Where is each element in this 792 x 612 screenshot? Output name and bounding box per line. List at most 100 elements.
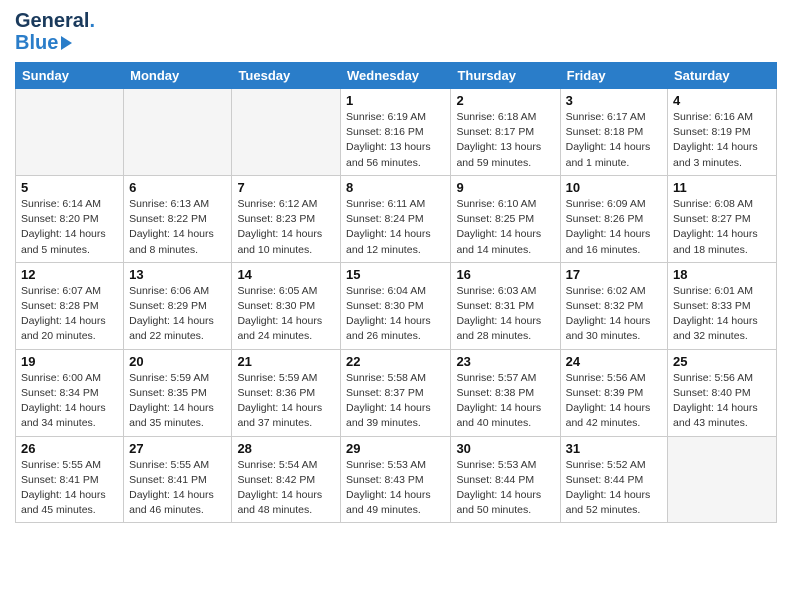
calendar-day: 21 Sunrise: 5:59 AMSunset: 8:36 PMDayligh… — [232, 349, 341, 436]
logo-blue-text: Blue — [15, 32, 58, 54]
day-info: Sunrise: 6:09 AMSunset: 8:26 PMDaylight:… — [566, 197, 662, 258]
calendar-day: 25 Sunrise: 5:56 AMSunset: 8:40 PMDayligh… — [668, 349, 777, 436]
logo-line2: Blue — [15, 32, 95, 54]
calendar-day: 7 Sunrise: 6:12 AMSunset: 8:23 PMDaylight… — [232, 175, 341, 262]
logo-line1: General. — [15, 10, 95, 32]
calendar-table: SundayMondayTuesdayWednesdayThursdayFrid… — [15, 62, 777, 523]
weekday-header: Sunday — [16, 63, 124, 89]
day-info: Sunrise: 6:00 AMSunset: 8:34 PMDaylight:… — [21, 371, 118, 432]
day-number: 20 — [129, 354, 226, 369]
calendar-week-row: 5 Sunrise: 6:14 AMSunset: 8:20 PMDaylight… — [16, 175, 777, 262]
calendar-day: 3Sunrise: 6:17 AMSunset: 8:18 PMDaylight… — [560, 89, 667, 176]
calendar-day: 10 Sunrise: 6:09 AMSunset: 8:26 PMDayligh… — [560, 175, 667, 262]
day-info: Sunrise: 6:13 AMSunset: 8:22 PMDaylight:… — [129, 197, 226, 258]
calendar-week-row: 19 Sunrise: 6:00 AMSunset: 8:34 PMDayligh… — [16, 349, 777, 436]
day-number: 11 — [673, 180, 771, 195]
day-info: Sunrise: 6:14 AMSunset: 8:20 PMDaylight:… — [21, 197, 118, 258]
calendar-day-empty — [668, 436, 777, 523]
day-number: 7 — [237, 180, 335, 195]
header: General. Blue — [15, 10, 777, 54]
day-info: Sunrise: 5:59 AMSunset: 8:35 PMDaylight:… — [129, 371, 226, 432]
day-info: Sunrise: 5:56 AMSunset: 8:40 PMDaylight:… — [673, 371, 771, 432]
day-number: 13 — [129, 267, 226, 282]
day-info: Sunrise: 5:55 AMSunset: 8:41 PMDaylight:… — [129, 458, 226, 519]
day-info: Sunrise: 6:11 AMSunset: 8:24 PMDaylight:… — [346, 197, 445, 258]
calendar-day: 30Sunrise: 5:53 AMSunset: 8:44 PMDayligh… — [451, 436, 560, 523]
day-number: 25 — [673, 354, 771, 369]
calendar-day: 14 Sunrise: 6:05 AMSunset: 8:30 PMDayligh… — [232, 262, 341, 349]
day-number: 9 — [456, 180, 554, 195]
day-number: 16 — [456, 267, 554, 282]
logo-arrow-icon — [61, 36, 72, 50]
calendar-day: 26 Sunrise: 5:55 AMSunset: 8:41 PMDayligh… — [16, 436, 124, 523]
calendar-day: 8 Sunrise: 6:11 AMSunset: 8:24 PMDaylight… — [341, 175, 451, 262]
calendar-day: 31Sunrise: 5:52 AMSunset: 8:44 PMDayligh… — [560, 436, 667, 523]
day-number: 6 — [129, 180, 226, 195]
calendar-day: 9 Sunrise: 6:10 AMSunset: 8:25 PMDaylight… — [451, 175, 560, 262]
day-number: 17 — [566, 267, 662, 282]
day-number: 12 — [21, 267, 118, 282]
day-number: 26 — [21, 441, 118, 456]
calendar-day: 18Sunrise: 6:01 AMSunset: 8:33 PMDayligh… — [668, 262, 777, 349]
day-info: Sunrise: 6:07 AMSunset: 8:28 PMDaylight:… — [21, 284, 118, 345]
calendar-day: 19 Sunrise: 6:00 AMSunset: 8:34 PMDayligh… — [16, 349, 124, 436]
day-number: 24 — [566, 354, 662, 369]
calendar-day: 17Sunrise: 6:02 AMSunset: 8:32 PMDayligh… — [560, 262, 667, 349]
weekday-header: Thursday — [451, 63, 560, 89]
day-number: 29 — [346, 441, 445, 456]
day-number: 15 — [346, 267, 445, 282]
weekday-header: Tuesday — [232, 63, 341, 89]
day-info: Sunrise: 5:56 AMSunset: 8:39 PMDaylight:… — [566, 371, 662, 432]
calendar-week-row: 26 Sunrise: 5:55 AMSunset: 8:41 PMDayligh… — [16, 436, 777, 523]
day-info: Sunrise: 6:04 AMSunset: 8:30 PMDaylight:… — [346, 284, 445, 345]
calendar-day: 29 Sunrise: 5:53 AMSunset: 8:43 PMDayligh… — [341, 436, 451, 523]
calendar-day: 12 Sunrise: 6:07 AMSunset: 8:28 PMDayligh… — [16, 262, 124, 349]
day-number: 28 — [237, 441, 335, 456]
calendar-day: 11 Sunrise: 6:08 AMSunset: 8:27 PMDayligh… — [668, 175, 777, 262]
day-info: Sunrise: 5:54 AMSunset: 8:42 PMDaylight:… — [237, 458, 335, 519]
calendar-week-row: 12 Sunrise: 6:07 AMSunset: 8:28 PMDayligh… — [16, 262, 777, 349]
day-number: 14 — [237, 267, 335, 282]
day-info: Sunrise: 5:53 AMSunset: 8:43 PMDaylight:… — [346, 458, 445, 519]
calendar-day: 24 Sunrise: 5:56 AMSunset: 8:39 PMDayligh… — [560, 349, 667, 436]
day-info: Sunrise: 6:05 AMSunset: 8:30 PMDaylight:… — [237, 284, 335, 345]
day-number: 22 — [346, 354, 445, 369]
calendar-day: 4Sunrise: 6:16 AMSunset: 8:19 PMDaylight… — [668, 89, 777, 176]
day-number: 30 — [456, 441, 554, 456]
day-info: Sunrise: 5:59 AMSunset: 8:36 PMDaylight:… — [237, 371, 335, 432]
day-number: 19 — [21, 354, 118, 369]
calendar-day: 13 Sunrise: 6:06 AMSunset: 8:29 PMDayligh… — [124, 262, 232, 349]
day-info: Sunrise: 6:08 AMSunset: 8:27 PMDaylight:… — [673, 197, 771, 258]
day-info: Sunrise: 5:58 AMSunset: 8:37 PMDaylight:… — [346, 371, 445, 432]
day-number: 5 — [21, 180, 118, 195]
calendar-day: 23Sunrise: 5:57 AMSunset: 8:38 PMDayligh… — [451, 349, 560, 436]
day-info: Sunrise: 5:55 AMSunset: 8:41 PMDaylight:… — [21, 458, 118, 519]
day-info: Sunrise: 6:17 AMSunset: 8:18 PMDaylight:… — [566, 110, 662, 171]
day-info: Sunrise: 6:10 AMSunset: 8:25 PMDaylight:… — [456, 197, 554, 258]
calendar-day: 22 Sunrise: 5:58 AMSunset: 8:37 PMDayligh… — [341, 349, 451, 436]
calendar-week-row: 1Sunrise: 6:19 AMSunset: 8:16 PMDaylight… — [16, 89, 777, 176]
day-info: Sunrise: 6:03 AMSunset: 8:31 PMDaylight:… — [456, 284, 554, 345]
calendar-header: SundayMondayTuesdayWednesdayThursdayFrid… — [16, 63, 777, 89]
calendar-day-empty — [16, 89, 124, 176]
calendar-day: 27Sunrise: 5:55 AMSunset: 8:41 PMDayligh… — [124, 436, 232, 523]
day-number: 4 — [673, 93, 771, 108]
day-number: 10 — [566, 180, 662, 195]
calendar-body: 1Sunrise: 6:19 AMSunset: 8:16 PMDaylight… — [16, 89, 777, 523]
calendar-day-empty — [232, 89, 341, 176]
weekday-header: Saturday — [668, 63, 777, 89]
page: General. Blue SundayMondayTuesdayWednesd… — [0, 0, 792, 533]
day-info: Sunrise: 6:06 AMSunset: 8:29 PMDaylight:… — [129, 284, 226, 345]
weekday-row: SundayMondayTuesdayWednesdayThursdayFrid… — [16, 63, 777, 89]
calendar-day: 28 Sunrise: 5:54 AMSunset: 8:42 PMDayligh… — [232, 436, 341, 523]
logo: General. Blue — [15, 10, 95, 54]
day-number: 21 — [237, 354, 335, 369]
day-number: 8 — [346, 180, 445, 195]
calendar-day: 6 Sunrise: 6:13 AMSunset: 8:22 PMDaylight… — [124, 175, 232, 262]
day-info: Sunrise: 6:12 AMSunset: 8:23 PMDaylight:… — [237, 197, 335, 258]
weekday-header: Wednesday — [341, 63, 451, 89]
calendar-day: 20 Sunrise: 5:59 AMSunset: 8:35 PMDayligh… — [124, 349, 232, 436]
day-info: Sunrise: 6:01 AMSunset: 8:33 PMDaylight:… — [673, 284, 771, 345]
calendar-day: 5 Sunrise: 6:14 AMSunset: 8:20 PMDaylight… — [16, 175, 124, 262]
day-info: Sunrise: 6:18 AMSunset: 8:17 PMDaylight:… — [456, 110, 554, 171]
